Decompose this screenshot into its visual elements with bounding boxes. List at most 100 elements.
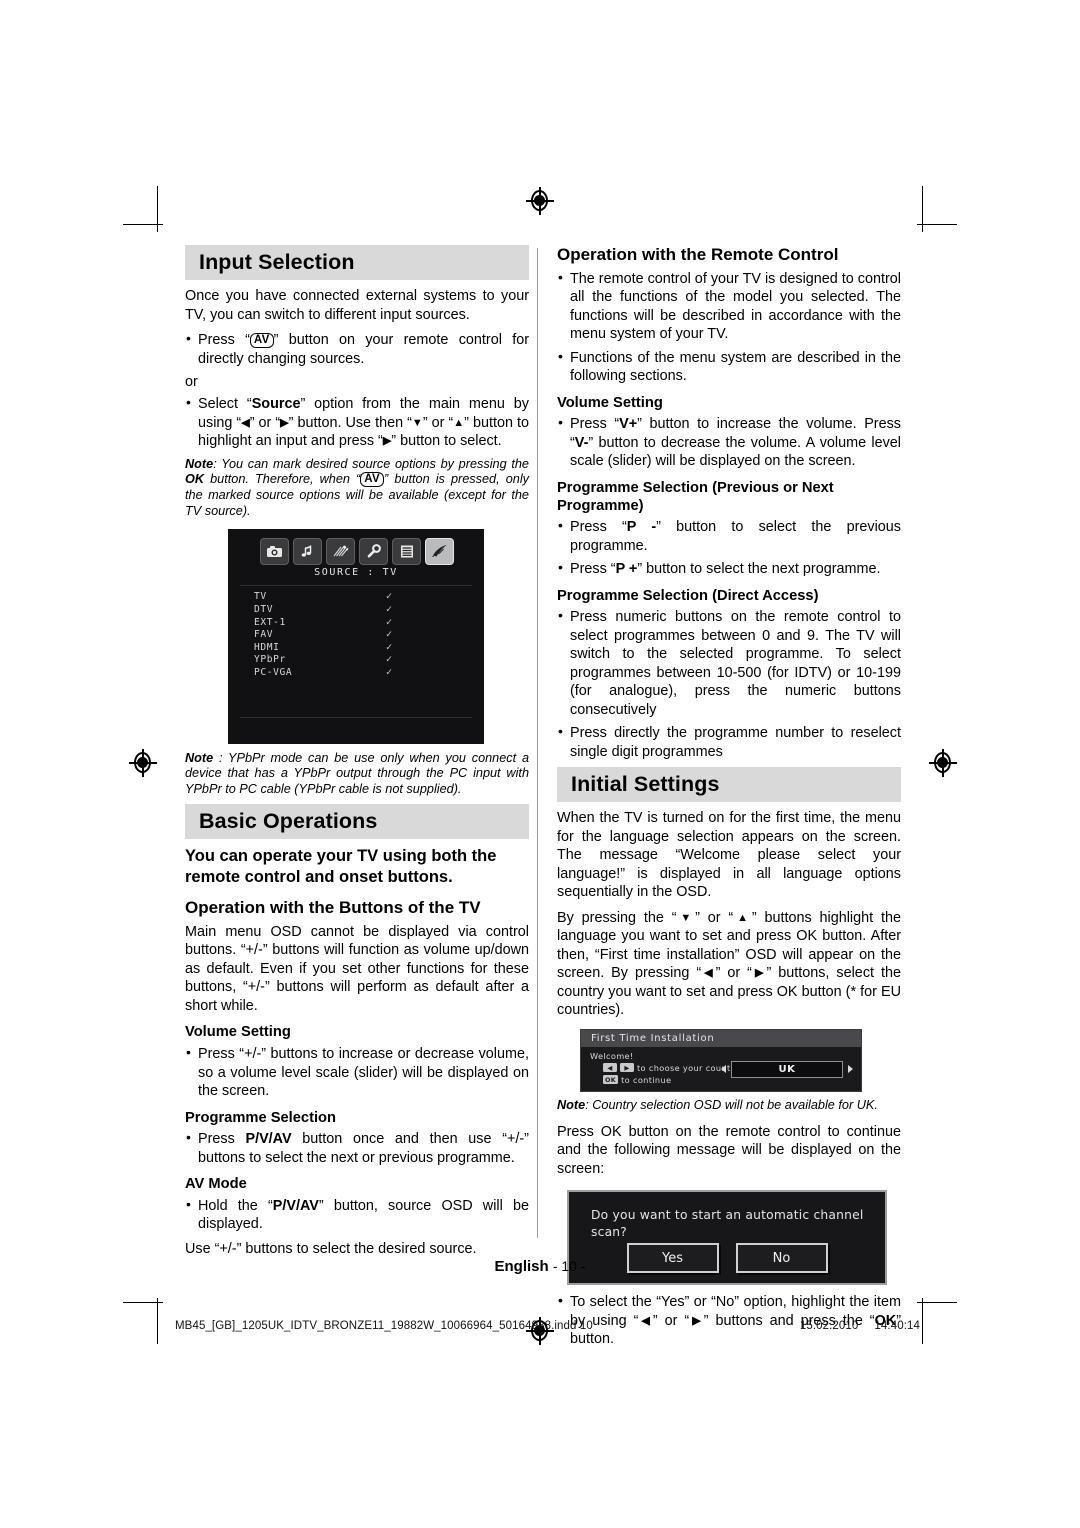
vol-a: Press “ [570, 416, 620, 433]
fin-b: ” or “ [652, 1312, 690, 1329]
av-key-icon-2: AV [360, 472, 385, 488]
osd-source-title: SOURCE : TV [314, 566, 398, 578]
heading-programme-selection-left: Programme Selection [185, 1109, 337, 1126]
note-text: : YPbPr mode can be use only when you co… [185, 750, 529, 797]
page-footer: English - 10 - [0, 1258, 1080, 1275]
check-icon: ✓ [386, 666, 393, 678]
list-item: Press “AV” button on your remote control… [185, 330, 529, 368]
print-timestamp: 15.02.2010 14:40:14 [784, 1320, 920, 1332]
down-arrow-icon: ▼ [411, 416, 423, 429]
note-ok: OK [185, 472, 205, 487]
registration-mark-left [129, 749, 157, 777]
list-item: Press “P +” button to select the next pr… [557, 559, 901, 579]
list-item: DTV ✓ [254, 603, 458, 616]
crop-mark-bottom-right-v [922, 1298, 923, 1344]
up-arrow-icon: ▲ [733, 911, 752, 924]
settings-icon [359, 537, 388, 565]
crop-mark-bottom-left-h [123, 1302, 163, 1303]
fti-country-selector[interactable]: UK [721, 1060, 853, 1078]
source-name: DTV [254, 603, 274, 615]
osd-divider-bottom [240, 716, 472, 718]
initial-settings-para1: When the TV is turned on for the first t… [557, 810, 901, 901]
is-a: By pressing the “ [557, 909, 677, 926]
remote-control-bullets: The remote control of your TV is designe… [557, 269, 901, 386]
list-item: Press directly the programme number to r… [557, 723, 901, 761]
fti-body: Welcome! ◀ ▶ to choose your country OK to c… [581, 1047, 861, 1092]
src-c: ” or “ [249, 414, 281, 431]
source-icon [425, 537, 454, 565]
note-label: Note [185, 456, 214, 471]
list-item: FAV ✓ [254, 628, 458, 641]
crop-mark-bottom-right-h [917, 1302, 957, 1303]
note-label: Note [557, 1097, 586, 1112]
p-plus-key: P + [615, 561, 638, 578]
list-item: Hold the “P/V/AV” button, source OSD wil… [185, 1196, 529, 1234]
source-word: Source [251, 396, 301, 413]
chevron-right-icon[interactable] [848, 1065, 853, 1074]
volume-bullets-left: Press “+/-” buttons to increase or decre… [185, 1044, 529, 1101]
volume-bullets-right: Press “V+” button to increase the volume… [557, 414, 901, 471]
manual-page: Input Selection Once you have connected … [0, 0, 1080, 1528]
av-mode-bullets: Hold the “P/V/AV” button, source OSD wil… [185, 1196, 529, 1234]
fti-note: Note: Country selection OSD will not be … [557, 1098, 901, 1114]
heading-volume-setting-right: Volume Setting [557, 394, 663, 411]
v-minus-key: V- [574, 434, 589, 451]
check-icon: ✓ [386, 654, 393, 666]
registration-mark-top [526, 187, 554, 215]
picture-icon [260, 537, 289, 565]
chevron-left-icon[interactable] [721, 1065, 726, 1074]
is-b: ” or “ [695, 909, 734, 926]
pvav-key-2: P/V/AV [272, 1197, 319, 1214]
sound-icon [293, 537, 322, 565]
osd-icon-row [260, 537, 454, 565]
list-item: Press P/V/AV button once and then use “+… [185, 1129, 529, 1167]
source-name: FAV [254, 629, 274, 641]
right-arrow-icon: ▶ [689, 1314, 704, 1327]
heading-programme-direct-access: Programme Selection (Direct Access) [557, 587, 819, 604]
fti-line-continue: OK to continue [603, 1075, 671, 1085]
list-item: EXT-1 ✓ [254, 616, 458, 629]
list-item: Select “Source” option from the main men… [185, 394, 529, 451]
vol-c: ” button to decrease the volume. A volum… [570, 434, 901, 470]
check-icon: ✓ [386, 629, 393, 641]
right-arrow-icon: ▶ [751, 967, 767, 980]
osd-source-list: TV ✓ DTV ✓ EXT-1 ✓ FAV ✓ HDMI ✓ YPbPr ✓ PC-VGA… [254, 591, 458, 679]
heading-operation-buttons-tv: Operation with the Buttons of the TV [185, 898, 481, 918]
left-arrow-keycap-icon: ◀ [603, 1063, 617, 1073]
list-item: Press “P -” button to select the previou… [557, 517, 901, 555]
source-name: EXT-1 [254, 616, 286, 628]
basic-operations-lead: You can operate your TV using both the r… [185, 846, 497, 886]
or-connector: or [185, 374, 198, 391]
list-icon [392, 537, 421, 565]
crop-mark-bottom-left-v [157, 1298, 158, 1344]
check-icon: ✓ [386, 591, 393, 603]
heading-initial-settings: Initial Settings [557, 767, 901, 803]
footer-page-number: - 10 - [552, 1258, 586, 1274]
next-a: Press “ [570, 561, 616, 578]
source-osd-screenshot: SOURCE : TV TV ✓ DTV ✓ EXT-1 ✓ FAV ✓ HDMI ✓ Y… [228, 528, 484, 744]
fti-title-bar: First Time Installation [581, 1029, 861, 1047]
crop-mark-top-left-h [123, 224, 163, 225]
up-arrow-icon: ▲ [453, 416, 465, 429]
programme-bullets-left: Press P/V/AV button once and then use “+… [185, 1129, 529, 1167]
fti-continue-hint: to continue [621, 1074, 672, 1085]
next-b: ” button to select the next programme. [637, 561, 881, 578]
input-selection-bullets-1: Press “AV” button on your remote control… [185, 330, 529, 368]
list-item: Press numeric buttons on the remote cont… [557, 607, 901, 719]
ypbpr-note: Note : YPbPr mode can be use only when y… [185, 751, 529, 798]
feature-icon [326, 537, 355, 565]
pb-a: Press [198, 1131, 246, 1148]
heading-av-mode: AV Mode [185, 1176, 247, 1193]
down-arrow-icon: ▼ [676, 911, 696, 924]
heading-programme-prev-next: Programme Selection (Previous or Next Pr… [557, 479, 834, 514]
list-item: The remote control of your TV is designe… [557, 269, 901, 344]
column-divider [537, 248, 538, 1238]
note-a: : You can mark desired source options by… [213, 456, 529, 471]
right-column: Operation with the Remote Control The re… [557, 245, 901, 1355]
p-minus-key: P - [626, 519, 657, 536]
crop-mark-top-right-h [917, 224, 957, 225]
print-time: 14:40:14 [874, 1320, 920, 1332]
direct-access-bullets: Press numeric buttons on the remote cont… [557, 607, 901, 761]
list-item: PC-VGA ✓ [254, 666, 458, 679]
initial-settings-para2: By pressing the “▼” or “▲” buttons highl… [557, 909, 901, 1020]
